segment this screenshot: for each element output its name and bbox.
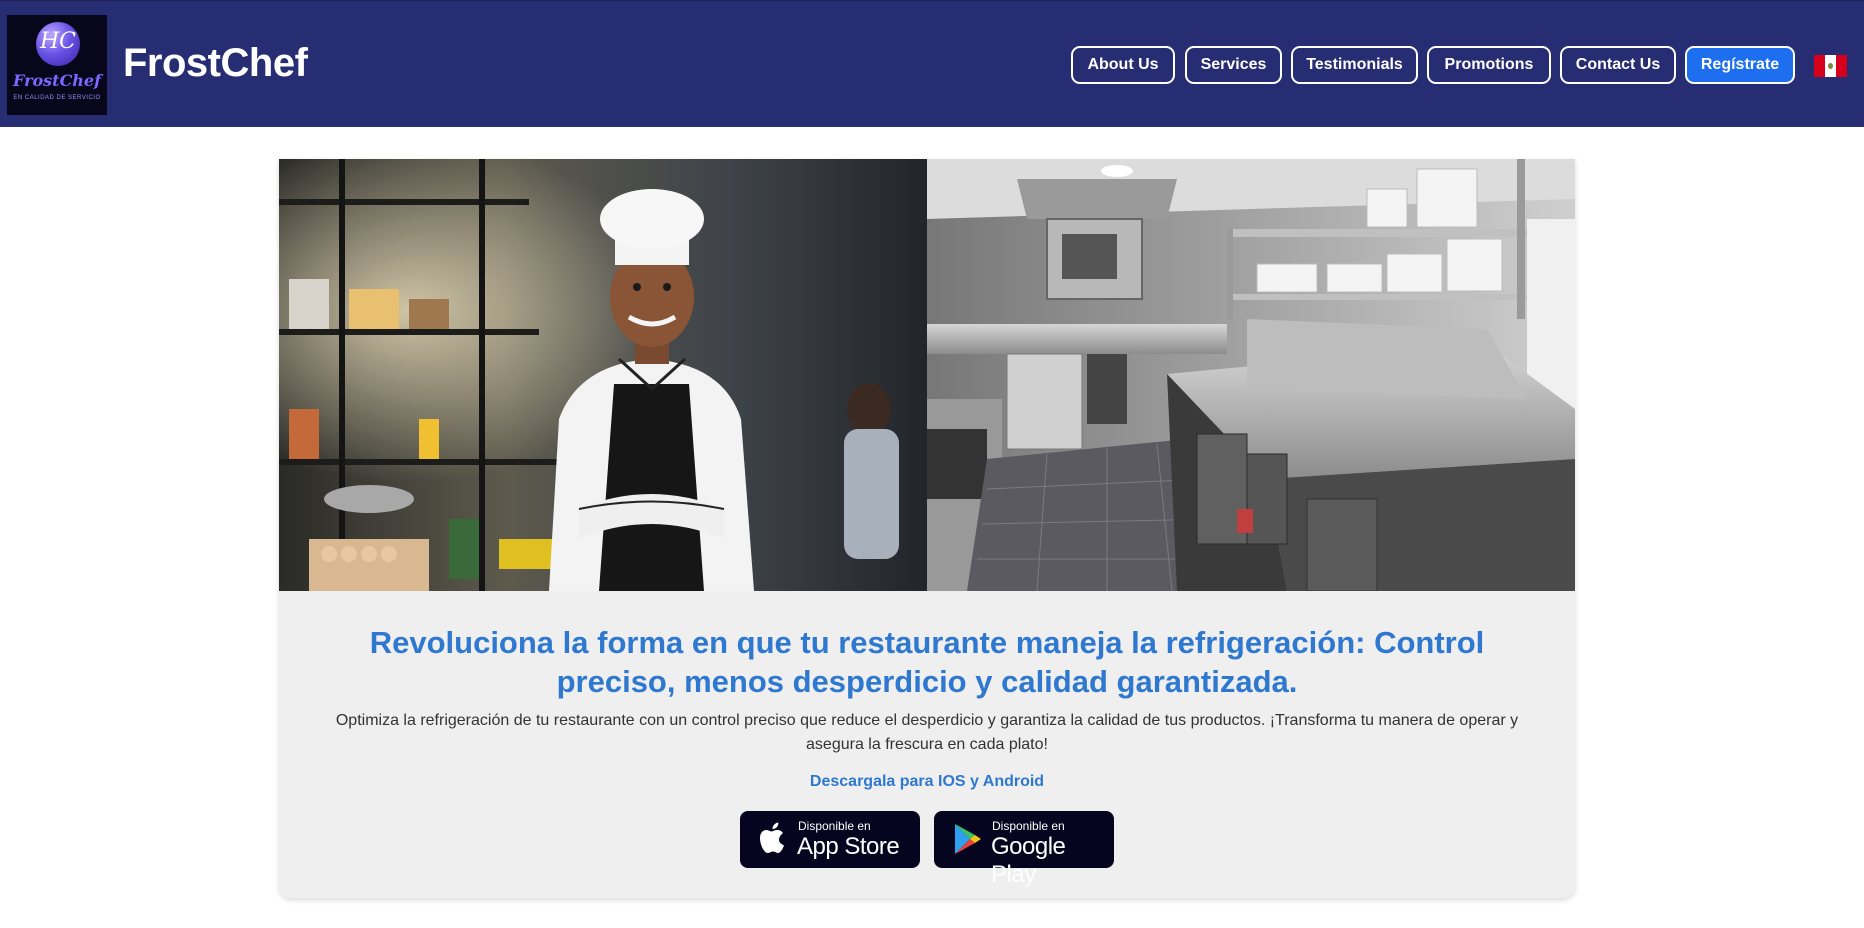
- google-play-button[interactable]: Disponible en Google Play: [934, 811, 1114, 888]
- download-label: Descargala para IOS y Android: [809, 773, 1045, 790]
- google-play-small-label: Disponible en: [992, 819, 1065, 833]
- brand-name[interactable]: FrostChef: [123, 41, 308, 86]
- logo-monogram: HC: [39, 29, 77, 54]
- nav-contact-us[interactable]: Contact Us: [1560, 46, 1676, 84]
- nav-testimonials[interactable]: Testimonials: [1291, 46, 1418, 84]
- app-store-small-label: Disponible en: [798, 819, 871, 833]
- nav-promotions[interactable]: Promotions: [1427, 46, 1551, 84]
- app-store-button[interactable]: Disponible en App Store: [740, 811, 920, 868]
- apple-icon: [760, 822, 784, 853]
- hero-card: Revoluciona la forma en que tu restauran…: [279, 159, 1575, 898]
- register-button[interactable]: Regístrate: [1685, 46, 1795, 84]
- chef-photo: [279, 159, 927, 591]
- chef-illustration: [279, 159, 927, 591]
- hero-headline: Revoluciona la forma en que tu restauran…: [369, 625, 1485, 699]
- kitchen-illustration: [927, 159, 1575, 591]
- logo-tagline: EN CALIDAD DE SERVICIO: [13, 95, 101, 101]
- app-store-big-label: App Store: [797, 833, 900, 860]
- site-header: HC FrostChef EN CALIDAD DE SERVICIO Fros…: [0, 0, 1864, 127]
- flag-stripe-red-left: [1814, 55, 1825, 77]
- hero-subtext: Optimiza la refrigeración de tu restaura…: [335, 712, 1519, 753]
- peru-flag-icon[interactable]: [1814, 55, 1847, 77]
- logo-name: FrostChef: [12, 71, 101, 90]
- google-play-big-label: Google Play: [991, 833, 1066, 888]
- nav-services[interactable]: Services: [1185, 46, 1282, 84]
- flag-stripe-red-right: [1836, 55, 1847, 77]
- google-play-icon: [955, 824, 981, 854]
- flag-stripe-white: [1825, 55, 1836, 77]
- frostchef-logo[interactable]: HC FrostChef EN CALIDAD DE SERVICIO: [7, 15, 107, 115]
- nav-about-us[interactable]: About Us: [1071, 46, 1175, 84]
- kitchen-photo: [927, 159, 1575, 591]
